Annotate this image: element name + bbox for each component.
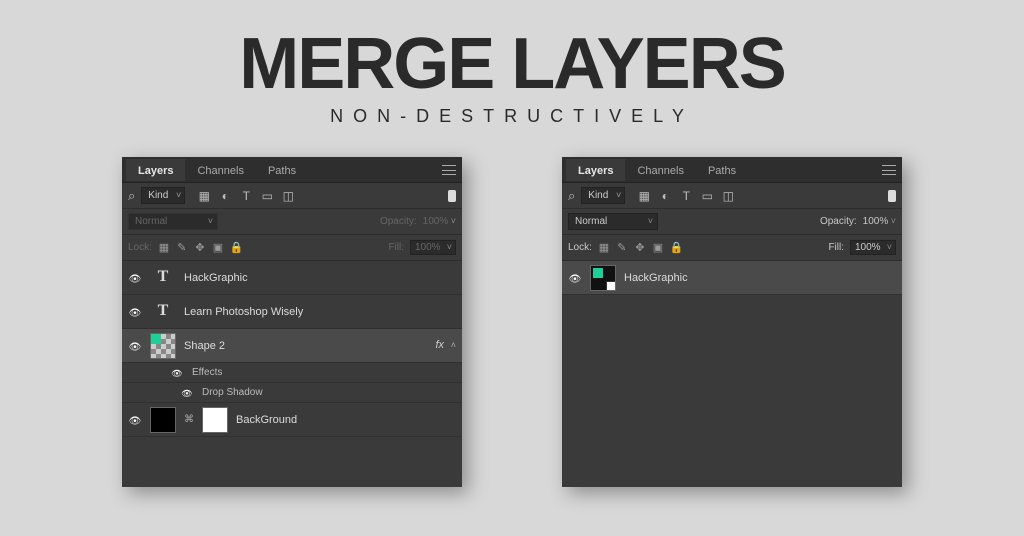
layer-name-label: HackGraphic [184, 272, 248, 284]
opacity-value[interactable]: 100% [423, 216, 456, 227]
lock-row: Lock: ▦ ✎ ✥ ▣ 🔒 Fill: 100% [122, 235, 462, 261]
visibility-icon[interactable] [171, 366, 184, 379]
visibility-icon[interactable] [128, 339, 142, 353]
layer-name-label: BackGround [236, 414, 297, 426]
lock-artboard-icon[interactable]: ▣ [212, 241, 224, 254]
search-icon [568, 188, 575, 204]
lock-all-icon[interactable]: 🔒 [230, 241, 242, 254]
panel-tabs: Layers Channels Paths [122, 157, 462, 183]
shape-filter-icon[interactable]: ▭ [260, 189, 274, 203]
type-filter-icon[interactable]: T [679, 189, 693, 203]
layer-name-label: HackGraphic [624, 272, 688, 284]
lock-row: Lock: ▦ ✎ ✥ ▣ 🔒 Fill: 100% [562, 235, 902, 261]
effects-label: Effects [192, 367, 222, 378]
adjustment-filter-icon[interactable]: ◐ [658, 189, 672, 203]
mask-link-icon[interactable]: ⌘ [184, 414, 194, 425]
type-layer-thumb: T [150, 299, 176, 325]
tab-channels[interactable]: Channels [185, 159, 255, 181]
smart-object-thumb [590, 265, 616, 291]
drop-shadow-label: Drop Shadow [202, 387, 263, 398]
adjustment-filter-icon[interactable]: ◐ [218, 189, 232, 203]
filter-toggle-icon[interactable] [888, 190, 896, 202]
filter-toggle-icon[interactable] [448, 190, 456, 202]
tab-layers[interactable]: Layers [566, 159, 625, 181]
layer-row[interactable]: T HackGraphic [122, 261, 462, 295]
visibility-icon[interactable] [128, 413, 142, 427]
pixel-filter-icon[interactable]: ▦ [197, 189, 211, 203]
panel-menu-icon[interactable] [882, 165, 896, 175]
layer-row[interactable]: HackGraphic [562, 261, 902, 295]
tab-paths[interactable]: Paths [696, 159, 748, 181]
effect-dropshadow-row[interactable]: Drop Shadow [122, 383, 462, 403]
lock-pixels-icon[interactable]: ✎ [616, 241, 628, 254]
filter-row: Kind ▦ ◐ T ▭ ◫ [122, 183, 462, 209]
chevron-down-icon[interactable]: ˄ [451, 340, 456, 350]
layer-row[interactable]: T Learn Photoshop Wisely [122, 295, 462, 329]
page-title: MERGE LAYERS [0, 28, 1024, 100]
layers-panel-before: Layers Channels Paths Kind ▦ ◐ T ▭ ◫ Nor… [122, 157, 462, 487]
tab-layers[interactable]: Layers [126, 159, 185, 181]
lock-transparent-icon[interactable]: ▦ [598, 241, 610, 254]
pixel-filter-icon[interactable]: ▦ [637, 189, 651, 203]
lock-all-icon[interactable]: 🔒 [670, 241, 682, 254]
layer-name-label: Learn Photoshop Wisely [184, 306, 303, 318]
panel-tabs: Layers Channels Paths [562, 157, 902, 183]
effects-row[interactable]: Effects [122, 363, 462, 383]
kind-dropdown[interactable]: Kind [141, 187, 185, 204]
lock-label: Lock: [568, 242, 592, 253]
blend-row: Normal Opacity: 100% [122, 209, 462, 235]
opacity-label: Opacity: [380, 216, 417, 227]
layer-name-label: Shape 2 [184, 340, 225, 352]
fx-badge: fx [435, 339, 444, 351]
lock-pixels-icon[interactable]: ✎ [176, 241, 188, 254]
visibility-icon[interactable] [568, 271, 582, 285]
fill-label: Fill: [828, 242, 844, 253]
visibility-icon[interactable] [181, 386, 194, 399]
layer-list: HackGraphic [562, 261, 902, 487]
shape-filter-icon[interactable]: ▭ [700, 189, 714, 203]
kind-dropdown[interactable]: Kind [581, 187, 625, 204]
layer-list: T HackGraphic T Learn Photoshop Wisely S… [122, 261, 462, 487]
blend-mode-dropdown[interactable]: Normal [568, 213, 658, 230]
panel-menu-icon[interactable] [442, 165, 456, 175]
blend-row: Normal Opacity: 100% [562, 209, 902, 235]
page-subtitle: NON-DESTRUCTIVELY [0, 106, 1024, 127]
mask-thumb [202, 407, 228, 433]
lock-position-icon[interactable]: ✥ [634, 241, 646, 254]
search-icon [128, 188, 135, 204]
filter-type-icons: ▦ ◐ T ▭ ◫ [197, 189, 295, 203]
blend-mode-dropdown[interactable]: Normal [128, 213, 218, 230]
fill-label: Fill: [388, 242, 404, 253]
opacity-label: Opacity: [820, 216, 857, 227]
tab-paths[interactable]: Paths [256, 159, 308, 181]
opacity-value[interactable]: 100% [863, 216, 896, 227]
layer-row[interactable]: Shape 2 fx ˄ [122, 329, 462, 363]
type-layer-thumb: T [150, 265, 176, 291]
fill-value[interactable]: 100% [850, 240, 896, 255]
fill-value[interactable]: 100% [410, 240, 456, 255]
lock-transparent-icon[interactable]: ▦ [158, 241, 170, 254]
filter-row: Kind ▦ ◐ T ▭ ◫ [562, 183, 902, 209]
layer-thumb [150, 407, 176, 433]
layer-row[interactable]: ⌘ BackGround [122, 403, 462, 437]
lock-artboard-icon[interactable]: ▣ [652, 241, 664, 254]
lock-label: Lock: [128, 242, 152, 253]
filter-type-icons: ▦ ◐ T ▭ ◫ [637, 189, 735, 203]
layers-panel-after: Layers Channels Paths Kind ▦ ◐ T ▭ ◫ Nor… [562, 157, 902, 487]
lock-position-icon[interactable]: ✥ [194, 241, 206, 254]
smart-object-badge-icon [606, 281, 616, 291]
tab-channels[interactable]: Channels [625, 159, 695, 181]
visibility-icon[interactable] [128, 305, 142, 319]
smartobj-filter-icon[interactable]: ◫ [721, 189, 735, 203]
smartobj-filter-icon[interactable]: ◫ [281, 189, 295, 203]
visibility-icon[interactable] [128, 271, 142, 285]
shape-layer-thumb [150, 333, 176, 359]
type-filter-icon[interactable]: T [239, 189, 253, 203]
